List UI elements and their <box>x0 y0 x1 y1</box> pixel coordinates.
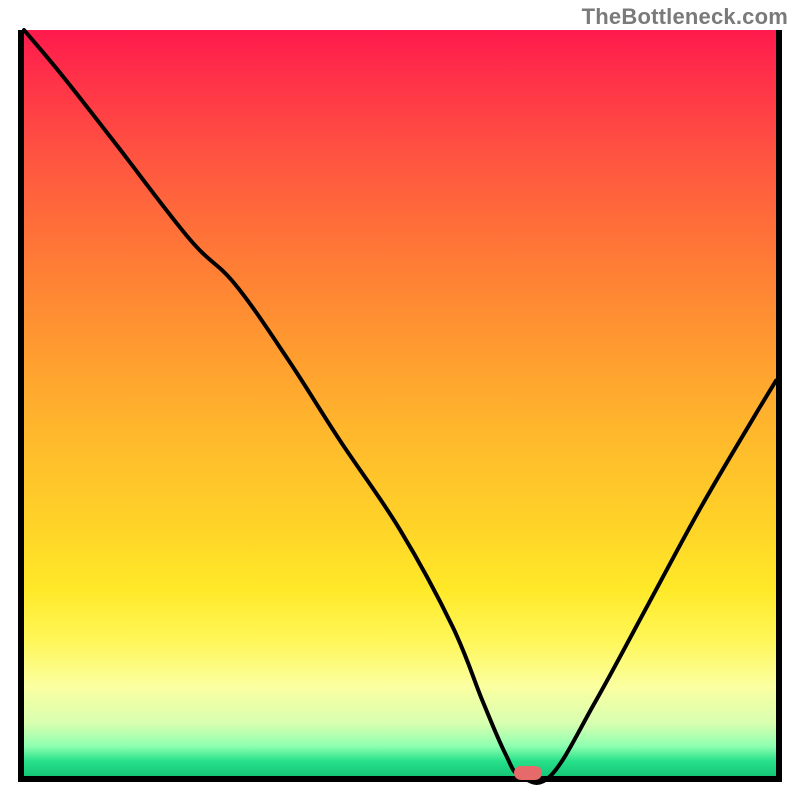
watermark-text: TheBottleneck.com <box>582 4 788 30</box>
chart-container: TheBottleneck.com <box>0 0 800 800</box>
bottleneck-curve <box>24 30 776 776</box>
plot-area <box>18 30 782 782</box>
optimal-marker <box>514 766 542 780</box>
